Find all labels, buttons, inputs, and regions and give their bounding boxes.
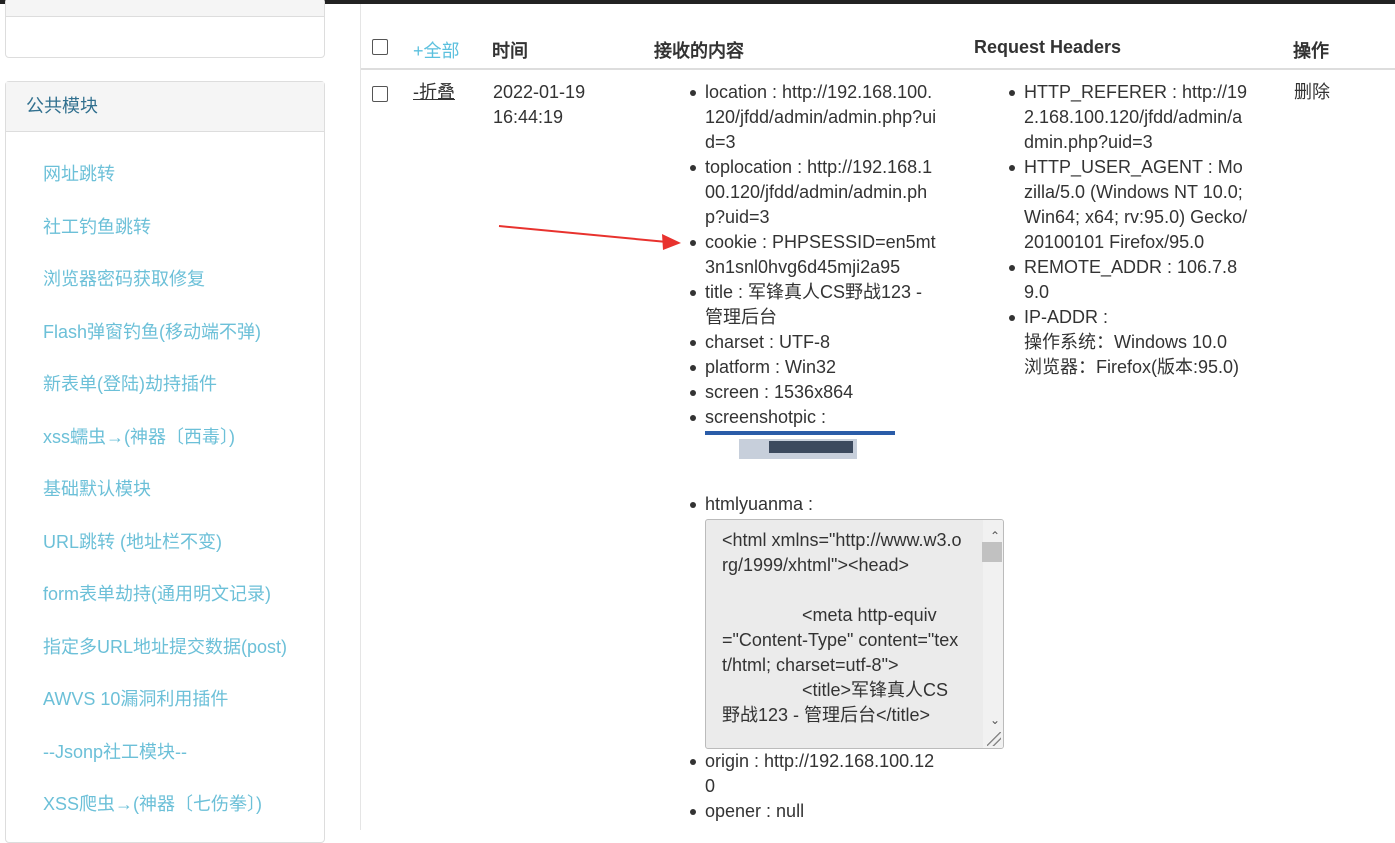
ip-addr-label: IP-ADDR : — [1024, 307, 1109, 327]
module-link[interactable]: xss蠕虫→(神器〔西毒〕) — [6, 411, 324, 464]
table-header: +全部 时间 接收的内容 Request Headers 操作 — [361, 4, 1395, 70]
os-info: 操作系统：Windows 10.0 — [1024, 332, 1228, 352]
content-divider — [360, 4, 361, 830]
col-action-header: 操作 — [1293, 41, 1329, 61]
content-htmlyuanma: htmlyuanma : <html xmlns="http://www.w3.… — [690, 492, 1004, 749]
row-time: 16:44:19 — [493, 107, 564, 127]
content-origin: origin : http://192.168.100.120 — [690, 749, 937, 799]
module-link[interactable]: 网址跳转 — [6, 148, 324, 201]
htmlyuanma-label: htmlyuanma : — [705, 494, 814, 514]
module-link[interactable]: --Jsonp社工模块-- — [6, 726, 324, 779]
module-list: 网址跳转 社工钓鱼跳转 浏览器密码获取修复 Flash弹窗钓鱼(移动端不弹) 新… — [6, 148, 324, 831]
col-request-headers-header: Request Headers — [974, 37, 1122, 57]
content-platform: platform : Win32 — [690, 355, 937, 380]
scrollbar-thumb[interactable] — [982, 542, 1002, 562]
module-link[interactable]: AWVS 10漏洞利用插件 — [6, 673, 324, 726]
delete-link[interactable]: 删除 — [1294, 80, 1330, 105]
received-content: location : http://192.168.100.120/jfdd/a… — [690, 80, 1004, 824]
content-location: location : http://192.168.100.120/jfdd/a… — [690, 80, 937, 155]
select-all-checkbox[interactable] — [372, 39, 388, 55]
scroll-down-icon[interactable]: ⌄ — [990, 708, 1000, 733]
module-link[interactable]: 浏览器密码获取修复 — [6, 253, 324, 306]
red-arrow-icon — [498, 225, 681, 250]
sidebar-top-panel — [5, 0, 325, 58]
header-remote-addr: REMOTE_ADDR : 106.7.89.0 — [1009, 255, 1250, 305]
browser-info: 浏览器：Firefox(版本:95.0) — [1024, 357, 1240, 377]
html-source-textarea[interactable]: <html xmlns="http://www.w3.org/1999/xhtm… — [705, 519, 1004, 749]
module-link[interactable]: 新表单(登陆)劫持插件 — [6, 358, 324, 411]
module-link[interactable]: 基础默认模块 — [6, 463, 324, 516]
content-cookie: cookie : PHPSESSID=en5mt3n1snl0hvg6d45mj… — [690, 230, 937, 280]
col-content-header: 接收的内容 — [654, 41, 744, 61]
module-link[interactable]: 社工钓鱼跳转 — [6, 201, 324, 254]
content-opener: opener : null — [690, 799, 937, 824]
screenshotpic-label: screenshotpic : — [705, 407, 827, 427]
sidebar-top-panel-heading — [6, 0, 324, 17]
module-link[interactable]: 指定多URL地址提交数据(post) — [6, 621, 324, 674]
html-source-text: <html xmlns="http://www.w3.org/1999/xhtm… — [722, 530, 962, 725]
panel-title[interactable]: 公共模块 — [6, 82, 324, 132]
screenshot-thumbnail[interactable] — [705, 431, 895, 465]
header-user-agent: HTTP_USER_AGENT : Mozilla/5.0 (Windows N… — [1009, 155, 1250, 255]
public-modules-panel: 公共模块 网址跳转 社工钓鱼跳转 浏览器密码获取修复 Flash弹窗钓鱼(移动端… — [5, 81, 325, 843]
resize-handle-icon[interactable] — [987, 732, 1001, 746]
header-referer: HTTP_REFERER : http://192.168.100.120/jf… — [1009, 80, 1250, 155]
module-link[interactable]: form表单劫持(通用明文记录) — [6, 568, 324, 621]
module-link[interactable]: Flash弹窗钓鱼(移动端不弹) — [6, 306, 324, 359]
collapse-toggle-link[interactable]: -折叠 — [413, 80, 455, 105]
row-checkbox[interactable] — [372, 86, 388, 102]
content-charset: charset : UTF-8 — [690, 330, 937, 355]
row-date: 2022-01-19 — [493, 82, 586, 102]
request-headers: HTTP_REFERER : http://192.168.100.120/jf… — [1009, 80, 1250, 380]
content-screen: screen : 1536x864 — [690, 380, 937, 405]
module-link[interactable]: URL跳转 (地址栏不变) — [6, 516, 324, 569]
col-time-header: 时间 — [492, 41, 528, 61]
content-toplocation: toplocation : http://192.168.100.120/jfd… — [690, 155, 937, 230]
content-screenshotpic: screenshotpic : — [690, 405, 937, 465]
expand-all-link[interactable]: +全部 — [413, 37, 460, 63]
content-title: title : 军锋真人CS野战123 - 管理后台 — [690, 280, 937, 330]
header-ip-addr: IP-ADDR : 操作系统：Windows 10.0 浏览器：Firefox(… — [1009, 305, 1250, 380]
module-link[interactable]: XSS爬虫→(神器〔七伤拳〕) — [6, 778, 324, 831]
